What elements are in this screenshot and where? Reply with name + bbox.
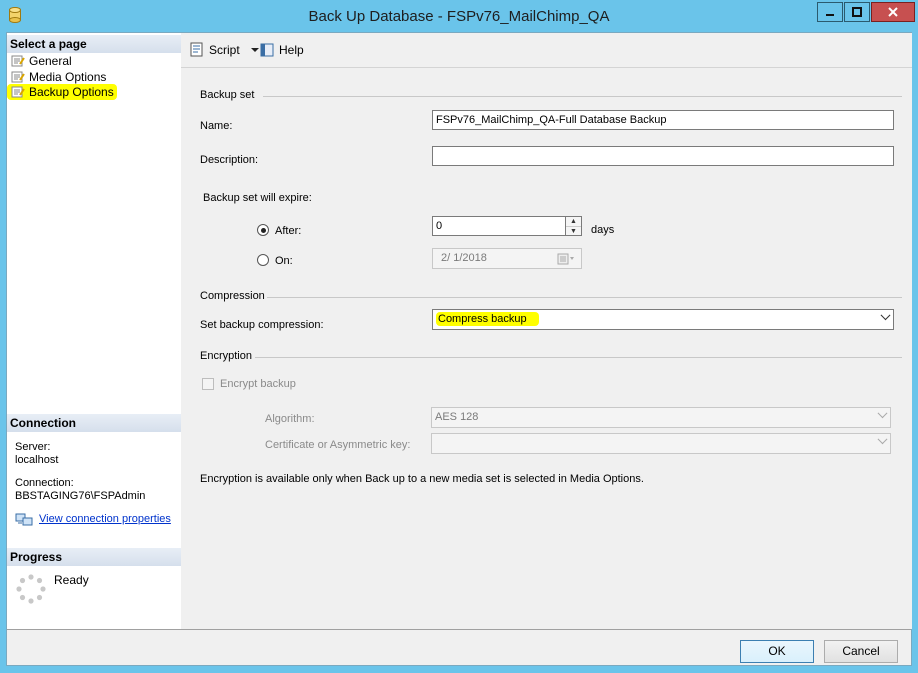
page-media-options[interactable]: Media Options: [11, 69, 106, 85]
chevron-down-icon[interactable]: [880, 310, 891, 321]
compression-group-label: Compression: [200, 290, 265, 302]
group-divider: [263, 96, 902, 97]
view-connection-properties-link[interactable]: View connection properties: [15, 512, 171, 526]
page-label: General: [29, 54, 72, 68]
name-input[interactable]: FSPv76_MailChimp_QA-Full Database Backup: [432, 110, 894, 130]
window-title: Back Up Database - FSPv76_MailChimp_QA: [308, 8, 610, 25]
calendar-icon[interactable]: [557, 253, 575, 265]
algorithm-value: AES 128: [435, 411, 479, 423]
on-date-value: 2/ 1/2018: [441, 252, 487, 264]
connection-header: Connection: [7, 414, 181, 432]
ok-button[interactable]: OK: [740, 640, 814, 663]
footer-divider: [7, 629, 911, 630]
dialog-window: Back Up Database - FSPv76_MailChimp_QA S…: [0, 0, 918, 673]
algorithm-select[interactable]: AES 128: [431, 407, 891, 428]
page-icon: [11, 71, 25, 83]
compression-value: Compress backup: [436, 312, 539, 326]
script-icon: [190, 42, 203, 57]
after-label: After:: [275, 225, 302, 237]
dialog-client: Select a page General Media Options Back…: [6, 32, 912, 666]
after-days-spinner[interactable]: ▲ ▼: [566, 216, 582, 236]
on-radio[interactable]: [257, 254, 269, 266]
spin-down-icon[interactable]: ▼: [566, 227, 581, 236]
days-label: days: [591, 224, 615, 236]
description-label: Description:: [200, 154, 259, 166]
certificate-select[interactable]: [431, 433, 891, 454]
connection-label: Connection:: [15, 477, 74, 489]
server-label: Server:: [15, 441, 51, 453]
minimize-button[interactable]: [817, 2, 843, 22]
after-days-input[interactable]: 0: [432, 216, 566, 236]
close-button[interactable]: [871, 2, 915, 22]
spin-up-icon[interactable]: ▲: [566, 217, 581, 227]
on-label: On:: [275, 255, 293, 267]
encryption-group-label: Encryption: [200, 350, 252, 362]
algorithm-label: Algorithm:: [265, 413, 315, 425]
on-date-picker[interactable]: 2/ 1/2018: [432, 248, 582, 269]
progress-status: Ready: [54, 573, 89, 587]
page-icon: [11, 86, 25, 98]
group-divider: [255, 357, 902, 358]
connection-properties-icon: [15, 513, 33, 526]
group-divider: [267, 297, 902, 298]
maximize-button[interactable]: [844, 2, 870, 22]
page-general[interactable]: General: [11, 53, 72, 69]
encryption-note: Encryption is available only when Back u…: [200, 473, 644, 485]
description-input[interactable]: [432, 146, 894, 166]
encrypt-backup-checkbox[interactable]: [202, 378, 214, 390]
help-icon: [260, 43, 274, 57]
page-backup-options[interactable]: Backup Options: [7, 84, 117, 100]
help-label: Help: [279, 43, 304, 57]
progress-spinner-icon: [16, 574, 46, 604]
server-value: localhost: [15, 454, 59, 466]
connection-value: BBSTAGING76\FSPAdmin: [15, 490, 146, 502]
backup-set-group-label: Backup set: [200, 89, 255, 101]
after-radio[interactable]: [257, 224, 269, 236]
page-icon: [11, 55, 25, 67]
page-label: Backup Options: [29, 85, 114, 99]
script-label: Script: [209, 43, 240, 57]
progress-header: Progress: [7, 548, 181, 566]
script-button[interactable]: Script: [189, 42, 260, 58]
title-bar[interactable]: Back Up Database - FSPv76_MailChimp_QA: [0, 0, 918, 32]
toolbar: Script Help: [181, 33, 912, 68]
view-connection-properties-text: View connection properties: [39, 513, 171, 525]
chevron-down-icon[interactable]: [877, 434, 888, 445]
help-button[interactable]: Help: [259, 42, 304, 58]
compression-select[interactable]: Compress backup: [432, 309, 894, 330]
encrypt-backup-label: Encrypt backup: [220, 378, 296, 390]
chevron-down-icon[interactable]: [877, 408, 888, 419]
expire-label: Backup set will expire:: [203, 192, 312, 204]
name-label: Name:: [200, 120, 233, 132]
certificate-label: Certificate or Asymmetric key:: [265, 439, 411, 451]
select-page-header: Select a page: [7, 35, 181, 53]
set-compression-label: Set backup compression:: [200, 319, 324, 331]
page-label: Media Options: [29, 70, 107, 84]
close-icon: [888, 7, 898, 17]
maximize-icon: [852, 7, 862, 17]
minimize-icon: [826, 14, 834, 16]
backup-options-content: Backup set Name: FSPv76_MailChimp_QA-Ful…: [181, 68, 912, 629]
cancel-button[interactable]: Cancel: [824, 640, 898, 663]
left-pane: Select a page General Media Options Back…: [7, 33, 182, 629]
